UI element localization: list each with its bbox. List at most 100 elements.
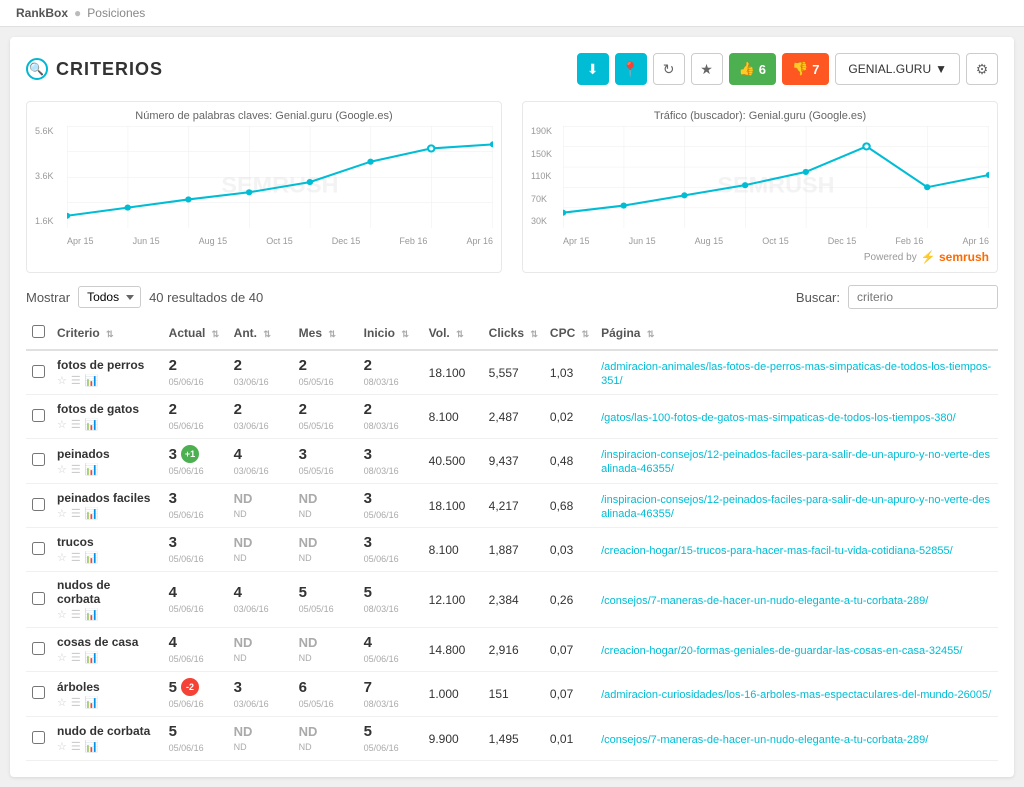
col-actual[interactable]: Actual ⇅ — [163, 317, 228, 350]
rank-badge: -2 — [181, 678, 199, 696]
row-checkbox[interactable] — [32, 453, 45, 466]
cell-vol: 9.900 — [423, 717, 483, 761]
cell-pagina: /admiracion-curiosidades/los-16-arboles-… — [595, 672, 998, 717]
cell-criterio: peinados☆ ☰ 📊 — [51, 439, 163, 484]
list-icon[interactable]: ☰ — [71, 374, 81, 387]
list-icon[interactable]: ☰ — [71, 418, 81, 431]
chart-icon[interactable]: 📊 — [85, 740, 99, 753]
sort-inicio-icon: ⇅ — [401, 329, 409, 340]
chart-icon[interactable]: 📊 — [85, 608, 99, 621]
download-icon: ⬇ — [587, 61, 599, 78]
keyword-name: nudo de corbata — [57, 724, 157, 738]
chart-icon[interactable]: 📊 — [85, 463, 99, 476]
cell-clicks: 151 — [483, 672, 544, 717]
col-vol[interactable]: Vol. ⇅ — [423, 317, 483, 350]
cell-rank-td-ant: NDND — [228, 628, 293, 672]
star-icon[interactable]: ☆ — [57, 374, 67, 387]
row-checkbox[interactable] — [32, 592, 45, 605]
list-icon[interactable]: ☰ — [71, 507, 81, 520]
gear-icon: ⚙ — [976, 61, 989, 78]
cell-criterio: árboles☆ ☰ 📊 — [51, 672, 163, 717]
col-clicks[interactable]: Clicks ⇅ — [483, 317, 544, 350]
col-ant[interactable]: Ant. ⇅ — [228, 317, 293, 350]
location-icon: 📍 — [622, 61, 639, 78]
cell-rank-td-ant: 303/06/16 — [228, 672, 293, 717]
list-icon[interactable]: ☰ — [71, 651, 81, 664]
list-icon[interactable]: ☰ — [71, 740, 81, 753]
chart-icon[interactable]: 📊 — [85, 651, 99, 664]
row-checkbox[interactable] — [32, 498, 45, 511]
settings-button[interactable]: ⚙ — [966, 53, 998, 85]
star-icon[interactable]: ☆ — [57, 651, 67, 664]
page-link[interactable]: /admiracion-animales/las-fotos-de-perros… — [601, 361, 991, 387]
chart-icon[interactable]: 📊 — [85, 696, 99, 709]
mostrar-label: Mostrar — [26, 290, 70, 305]
cell-rank-td-ant: NDND — [228, 528, 293, 572]
star-icon[interactable]: ☆ — [57, 507, 67, 520]
dislikes-count: 7 — [812, 62, 819, 77]
page-link[interactable]: /creacion-hogar/15-trucos-para-hacer-mas… — [601, 545, 953, 557]
refresh-button[interactable]: ↻ — [653, 53, 685, 85]
page-link[interactable]: /consejos/7-maneras-de-hacer-un-nudo-ele… — [601, 595, 928, 607]
star-icon[interactable]: ☆ — [57, 740, 67, 753]
location-button[interactable]: 📍 — [615, 53, 647, 85]
likes-button[interactable]: 👍 6 — [729, 53, 776, 85]
star-icon[interactable]: ☆ — [57, 608, 67, 621]
row-checkbox[interactable] — [32, 686, 45, 699]
list-icon[interactable]: ☰ — [71, 608, 81, 621]
chart-icon[interactable]: 📊 — [85, 418, 99, 431]
cell-rank-td-ant: 203/06/16 — [228, 350, 293, 395]
col-pagina[interactable]: Página ⇅ — [595, 317, 998, 350]
domain-button[interactable]: GENIAL.GURU ▼ — [835, 53, 960, 85]
star-icon[interactable]: ☆ — [57, 463, 67, 476]
cell-rank-td-mes: 205/05/16 — [293, 395, 358, 439]
chart-icon[interactable]: 📊 — [85, 374, 99, 387]
page-link[interactable]: /consejos/7-maneras-de-hacer-un-nudo-ele… — [601, 734, 928, 746]
page-link[interactable]: /gatos/las-100-fotos-de-gatos-mas-simpat… — [601, 412, 956, 424]
rank-badge: +1 — [181, 445, 199, 463]
star-icon[interactable]: ☆ — [57, 551, 67, 564]
cell-rank-td-actual: 505/06/16 — [163, 717, 228, 761]
search-icon: 🔍 — [26, 58, 48, 80]
select-all-checkbox[interactable] — [32, 325, 45, 338]
search-input[interactable] — [848, 285, 998, 309]
cell-rank-td-mes: NDND — [293, 528, 358, 572]
col-criterio[interactable]: Criterio ⇅ — [51, 317, 163, 350]
page-link[interactable]: /creacion-hogar/20-formas-geniales-de-gu… — [601, 645, 962, 657]
row-checkbox[interactable] — [32, 642, 45, 655]
cell-pagina: /admiracion-animales/las-fotos-de-perros… — [595, 350, 998, 395]
download-button[interactable]: ⬇ — [577, 53, 609, 85]
row-checkbox[interactable] — [32, 542, 45, 555]
col-inicio[interactable]: Inicio ⇅ — [358, 317, 423, 350]
star-button[interactable]: ★ — [691, 53, 723, 85]
page-link[interactable]: /inspiracion-consejos/12-peinados-facile… — [601, 494, 990, 520]
col-check — [26, 317, 51, 350]
cell-cpc: 0,07 — [544, 672, 595, 717]
row-checkbox[interactable] — [32, 731, 45, 744]
cell-pagina: /creacion-hogar/20-formas-geniales-de-gu… — [595, 628, 998, 672]
chart1-container: Número de palabras claves: Genial.guru (… — [26, 101, 502, 273]
semrush-credit: Powered by ⚡ semrush — [531, 250, 989, 264]
col-cpc[interactable]: CPC ⇅ — [544, 317, 595, 350]
page-link[interactable]: /admiracion-curiosidades/los-16-arboles-… — [601, 689, 991, 701]
title-text: CRITERIOS — [56, 59, 163, 80]
star-icon[interactable]: ☆ — [57, 696, 67, 709]
list-icon[interactable]: ☰ — [71, 696, 81, 709]
star-icon[interactable]: ☆ — [57, 418, 67, 431]
col-mes[interactable]: Mes ⇅ — [293, 317, 358, 350]
row-checkbox[interactable] — [32, 365, 45, 378]
mostrar-select[interactable]: Todos — [78, 286, 141, 308]
chart-icon[interactable]: 📊 — [85, 507, 99, 520]
sort-cpc-icon: ⇅ — [582, 329, 590, 340]
dislikes-button[interactable]: 👎 7 — [782, 53, 829, 85]
chart-icon[interactable]: 📊 — [85, 551, 99, 564]
cell-criterio: fotos de gatos☆ ☰ 📊 — [51, 395, 163, 439]
thumbs-up-icon: 👍 — [739, 61, 755, 77]
row-checkbox[interactable] — [32, 409, 45, 422]
chart2-area: 190K 150K 110K 70K 30K SEMRUSH — [531, 126, 989, 246]
list-icon[interactable]: ☰ — [71, 551, 81, 564]
cell-vol: 18.100 — [423, 484, 483, 528]
list-icon[interactable]: ☰ — [71, 463, 81, 476]
page-link[interactable]: /inspiracion-consejos/12-peinados-facile… — [601, 449, 990, 475]
header-row: 🔍 CRITERIOS ⬇ 📍 ↻ ★ 👍 6 👎 7 — [26, 53, 998, 85]
